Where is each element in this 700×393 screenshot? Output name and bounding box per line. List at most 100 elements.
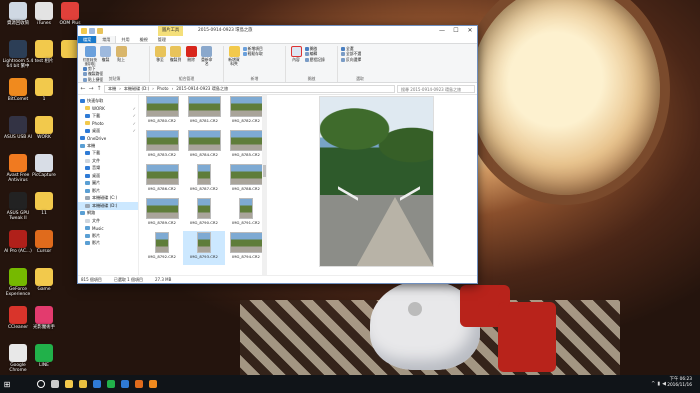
nav-item[interactable]: 影片 xyxy=(78,187,138,195)
desktop-icon[interactable]: 1 xyxy=(27,78,61,102)
item-count: 815 個項目 xyxy=(81,276,102,282)
file-thumbnail[interactable]: IMG_8782.CR2 xyxy=(225,95,267,129)
close-button[interactable]: ✕ xyxy=(463,26,477,36)
file-thumbnail[interactable]: IMG_8787.CR2 xyxy=(183,163,225,197)
nav-item[interactable]: 影片 xyxy=(78,240,138,248)
folder-icon[interactable] xyxy=(81,28,87,34)
forward-button[interactable]: → xyxy=(88,85,94,92)
new-folder-button[interactable]: 新增資料夾 xyxy=(227,46,241,66)
nav-item[interactable]: 文件 xyxy=(78,217,138,225)
desktop-icon[interactable]: Cursor xyxy=(27,230,61,254)
invert-selection-button[interactable]: 反向選擇 xyxy=(341,57,361,63)
volume-icon[interactable]: ◀ xyxy=(662,381,666,387)
network-icon[interactable]: ▮ xyxy=(657,381,660,387)
nav-item-label: 文件 xyxy=(92,157,101,163)
file-thumbnail[interactable]: IMG_8791.CR2 xyxy=(225,197,267,231)
new-folder-icon[interactable] xyxy=(97,28,103,34)
selected-count: 已選取 1 個項目 xyxy=(113,276,143,282)
copy-button[interactable]: 複製 xyxy=(99,46,113,62)
photo-thumbnail-image xyxy=(197,198,211,219)
breadcrumb-item[interactable]: Photo xyxy=(157,86,169,91)
nav-item[interactable]: 網路 xyxy=(78,210,138,218)
taskbar-media-button[interactable] xyxy=(132,375,146,393)
file-thumbnail[interactable]: IMG_8780.CR2 xyxy=(141,95,183,129)
file-thumbnail[interactable]: IMG_8785.CR2 xyxy=(225,129,267,163)
nav-item[interactable]: 下載 ✓ xyxy=(78,112,138,120)
file-thumbnail[interactable]: IMG_8790.CR2 xyxy=(183,197,225,231)
delete-button[interactable]: 刪除 xyxy=(184,46,198,62)
rename-button[interactable]: 重新命名 xyxy=(200,46,214,66)
nav-item[interactable]: 下載 xyxy=(78,150,138,158)
file-name: IMG_8781.CR2 xyxy=(190,118,218,123)
pin-quick-access-button[interactable]: 釘選到[快速存取] xyxy=(83,46,97,66)
tab-home[interactable]: 常用 xyxy=(96,35,117,43)
file-thumbnail[interactable]: IMG_8792.CR2 xyxy=(141,231,183,265)
taskbar-search-button[interactable] xyxy=(34,375,48,393)
nav-item[interactable]: 快速存取 xyxy=(78,97,138,105)
taskbar-store-button[interactable] xyxy=(118,375,132,393)
nav-item[interactable]: 影片 xyxy=(78,232,138,240)
desktop-icon[interactable]: PicCapture xyxy=(27,154,61,178)
maximize-button[interactable]: ☐ xyxy=(449,26,463,36)
nav-item[interactable]: Music xyxy=(78,225,138,233)
taskbar-app-button[interactable] xyxy=(146,375,160,393)
back-button[interactable]: ← xyxy=(80,85,86,92)
easy-access-button[interactable]: 輕鬆存取 xyxy=(242,51,263,58)
desktop-icon[interactable]: 11 xyxy=(27,192,61,216)
move-to-button[interactable]: 移至 xyxy=(153,46,167,62)
desktop-icon[interactable]: LINE xyxy=(27,344,61,368)
breadcrumb-item[interactable]: 本機磁碟 (D:) xyxy=(124,86,149,92)
taskbar-chrome-button[interactable] xyxy=(76,375,90,393)
nav-item[interactable]: OneDrive xyxy=(78,135,138,143)
breadcrumb-item[interactable]: 本機 xyxy=(108,86,116,92)
taskbar-file-explorer-button[interactable] xyxy=(62,375,76,393)
file-thumbnail[interactable]: IMG_8788.CR2 xyxy=(225,163,267,197)
nav-item[interactable]: Photo ✓ xyxy=(78,120,138,128)
copy-to-button[interactable]: 複製到 xyxy=(169,46,183,62)
scrollbar-thumb[interactable] xyxy=(263,165,266,177)
nav-item[interactable]: 桌面 ✓ xyxy=(78,127,138,135)
file-thumbnail[interactable]: IMG_8786.CR2 xyxy=(141,163,183,197)
desktop-icon-label: Game xyxy=(37,287,51,292)
paste-button[interactable]: 貼上 xyxy=(114,46,128,62)
nav-item[interactable]: 本機 xyxy=(78,142,138,150)
taskbar-photo-button[interactable] xyxy=(90,375,104,393)
file-thumbnail[interactable]: IMG_8781.CR2 xyxy=(183,95,225,129)
nav-item[interactable]: 音樂 xyxy=(78,165,138,173)
desktop-app-icon xyxy=(35,230,53,248)
breadcrumb-item[interactable]: 2015-0914-0923 環島之旅 xyxy=(176,86,228,92)
tab-manage[interactable]: 管理 xyxy=(153,36,171,43)
taskbar-task-view-button[interactable] xyxy=(48,375,62,393)
history-icon xyxy=(304,57,309,62)
nav-item[interactable]: 文件 xyxy=(78,157,138,165)
tab-view[interactable]: 檢視 xyxy=(135,36,153,43)
minimize-button[interactable]: — xyxy=(435,26,449,36)
desktop-icon[interactable]: OOM Plus xyxy=(53,2,87,26)
properties-button[interactable]: 內容 xyxy=(289,46,303,62)
desktop-icon[interactable]: 光影魔術手 xyxy=(27,306,61,330)
properties-icon[interactable] xyxy=(89,28,95,34)
taskbar-line-button[interactable] xyxy=(104,375,118,393)
desktop-icon[interactable]: Game xyxy=(27,268,61,292)
file-thumbnail[interactable]: IMG_8783.CR2 xyxy=(141,129,183,163)
nav-item[interactable]: 本機磁碟 (C:) xyxy=(78,195,138,203)
history-button[interactable]: 歷程記錄 xyxy=(304,57,325,63)
file-thumbnail[interactable]: IMG_8784.CR2 xyxy=(183,129,225,163)
desktop-icon[interactable]: WORK xyxy=(27,116,61,140)
file-thumbnail[interactable]: IMG_8794.CR2 xyxy=(225,231,267,265)
up-button[interactable]: ↑ xyxy=(96,85,102,92)
tab-share[interactable]: 共用 xyxy=(116,36,134,43)
breadcrumb[interactable]: 本機 › 本機磁碟 (D:) › Photo › 2015-0914-0923 環島之… xyxy=(104,84,395,93)
start-button[interactable]: ⊞ xyxy=(0,375,14,393)
chevron-up-icon[interactable]: ^ xyxy=(651,381,655,387)
nav-item[interactable]: 圖片 xyxy=(78,180,138,188)
tab-file[interactable]: 檔案 xyxy=(78,36,97,43)
search-input[interactable]: 搜尋 2015-0914-0923 環島之旅 xyxy=(397,84,475,93)
nav-item[interactable]: 桌面 xyxy=(78,172,138,180)
clock[interactable]: 下午 06:23 2016/11/16 xyxy=(667,377,692,389)
photo-trees xyxy=(320,97,433,177)
nav-item[interactable]: WORK ✓ xyxy=(78,105,138,113)
file-thumbnail[interactable]: IMG_8789.CR2 xyxy=(141,197,183,231)
nav-item[interactable]: 本機磁碟 (D:) xyxy=(78,202,138,210)
file-thumbnail[interactable]: IMG_8793.CR2 xyxy=(183,231,225,265)
